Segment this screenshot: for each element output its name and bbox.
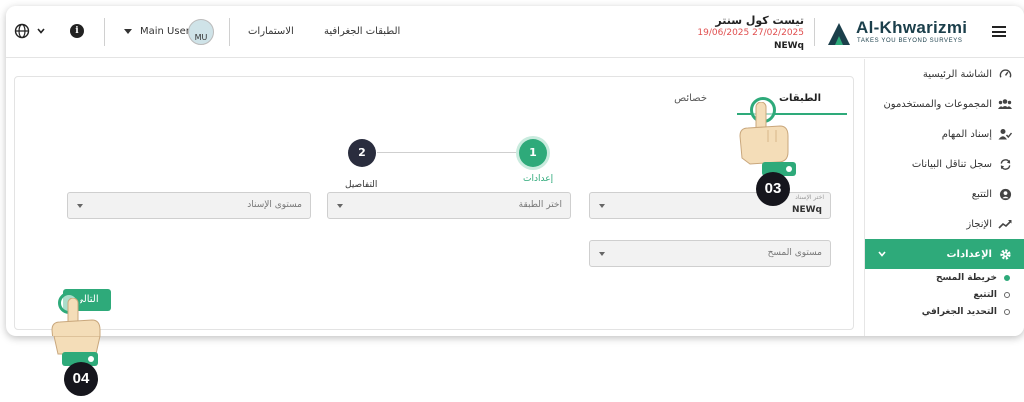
- sidebar-item-label: الإعدادات: [946, 248, 992, 260]
- main-card: الطبقات خصائص 1 2 إعدادات التفاصيل اختر …: [14, 76, 854, 330]
- stepper-step-2-label: التفاصيل: [345, 180, 378, 190]
- submenu-item-survey-map[interactable]: خريطة المسح: [865, 269, 1024, 286]
- brand-logo: Al-Khwarizmi TAKES YOU BEYOND SURVEYS: [826, 16, 986, 50]
- top-header: i Main User MU الاستمارات الطبقات الجغرا…: [6, 6, 1024, 58]
- app-window: i Main User MU الاستمارات الطبقات الجغرا…: [6, 6, 1024, 336]
- layer-select[interactable]: اختر الطبقة: [327, 192, 571, 219]
- chevron-down-icon[interactable]: [877, 249, 887, 259]
- avatar[interactable]: MU: [188, 19, 214, 45]
- layer-select-placeholder: اختر الطبقة: [518, 200, 562, 210]
- gauge-icon: [998, 67, 1012, 81]
- sidebar-item-achievement[interactable]: الإنجاز: [865, 209, 1024, 239]
- sidebar-item-groups-users[interactable]: المجموعات والمستخدمون: [865, 89, 1024, 119]
- sidebar-item-data-sync-log[interactable]: سجل تناقل البيانات: [865, 149, 1024, 179]
- assign-select-label: اختر الإسناد: [795, 194, 824, 201]
- step-badge-03: 03: [756, 172, 790, 206]
- gear-icon: [998, 247, 1012, 261]
- dropdown-arrow-icon: [337, 204, 343, 208]
- dropdown-arrow-icon: [599, 204, 605, 208]
- assign-level-select[interactable]: مستوى الإسناد: [67, 192, 311, 219]
- divider: [814, 18, 815, 46]
- sidebar: الشاشة الرئيسية المجموعات والمستخدمون إس…: [864, 59, 1024, 336]
- user-name[interactable]: Main User: [140, 26, 190, 37]
- divider: [229, 18, 230, 46]
- bullet-icon: [1004, 308, 1010, 315]
- assign-select-value: NEWq: [791, 205, 822, 215]
- stepper-step-2[interactable]: 2: [348, 139, 376, 167]
- step-badge-04: 04: [64, 362, 98, 396]
- tab-properties[interactable]: خصائص: [674, 93, 707, 104]
- trend-icon: [998, 217, 1012, 231]
- assign-select[interactable]: اختر الإسناد NEWq: [589, 192, 831, 219]
- sidebar-item-label: الشاشة الرئيسية: [922, 68, 992, 80]
- user-check-icon: [998, 127, 1012, 141]
- survey-level-placeholder: مستوى المسح: [767, 248, 822, 258]
- pointing-hand-icon: [739, 102, 789, 165]
- submenu-item-geofencing[interactable]: التحديد الجغرافي: [865, 303, 1024, 320]
- sidebar-item-tracking[interactable]: التتبع: [865, 179, 1024, 209]
- users-icon: [998, 97, 1012, 111]
- sidebar-item-settings[interactable]: الإعدادات: [865, 239, 1024, 269]
- divider: [104, 18, 105, 46]
- stepper-step-1-label: إعدادات: [523, 174, 554, 184]
- sidebar-item-dashboard[interactable]: الشاشة الرئيسية: [865, 59, 1024, 89]
- dropdown-arrow-icon: [77, 204, 83, 208]
- bullet-icon: [1004, 274, 1010, 281]
- globe-icon[interactable]: [14, 23, 30, 39]
- sync-icon: [998, 157, 1012, 171]
- stepper-connector: [377, 152, 519, 153]
- submenu-item-tracking[interactable]: التتبع: [865, 286, 1024, 303]
- user-menu-caret-icon[interactable]: [124, 29, 132, 34]
- nav-geo-layers[interactable]: الطبقات الجغرافية: [324, 26, 400, 37]
- chevron-down-icon[interactable]: [36, 26, 46, 36]
- logo-title: Al-Khwarizmi: [856, 18, 968, 37]
- user-circle-icon: [998, 187, 1012, 201]
- sidebar-item-label: الإنجاز: [966, 218, 992, 230]
- nav-forms[interactable]: الاستمارات: [248, 26, 294, 37]
- bullet-icon: [1004, 291, 1010, 298]
- logo-mark-icon: [828, 23, 850, 45]
- logo-subtitle: TAKES YOU BEYOND SURVEYS: [857, 38, 963, 44]
- sidebar-item-label: سجل تناقل البيانات: [911, 158, 992, 170]
- sidebar-item-label: المجموعات والمستخدمون: [883, 98, 992, 110]
- info-icon[interactable]: i: [70, 24, 84, 38]
- submenu-item-label: التتبع: [973, 289, 997, 300]
- sidebar-item-label: إسناد المهام: [941, 128, 992, 140]
- dropdown-arrow-icon: [599, 252, 605, 256]
- sidebar-item-task-assignment[interactable]: إسناد المهام: [865, 119, 1024, 149]
- submenu-item-label: التحديد الجغرافي: [921, 306, 997, 317]
- pointing-hand-icon: [51, 298, 101, 336]
- stepper-step-1[interactable]: 1: [519, 139, 547, 167]
- project-title: تيست كول سنتر: [715, 14, 804, 27]
- project-code: NEWq: [773, 41, 804, 51]
- sidebar-item-label: التتبع: [971, 188, 992, 200]
- project-dates: 19/06/2025 27/02/2025: [697, 28, 804, 38]
- hamburger-menu-icon[interactable]: [992, 26, 1006, 37]
- survey-level-select[interactable]: مستوى المسح: [589, 240, 831, 267]
- submenu-item-label: خريطة المسح: [936, 272, 997, 283]
- assign-level-placeholder: مستوى الإسناد: [247, 200, 302, 210]
